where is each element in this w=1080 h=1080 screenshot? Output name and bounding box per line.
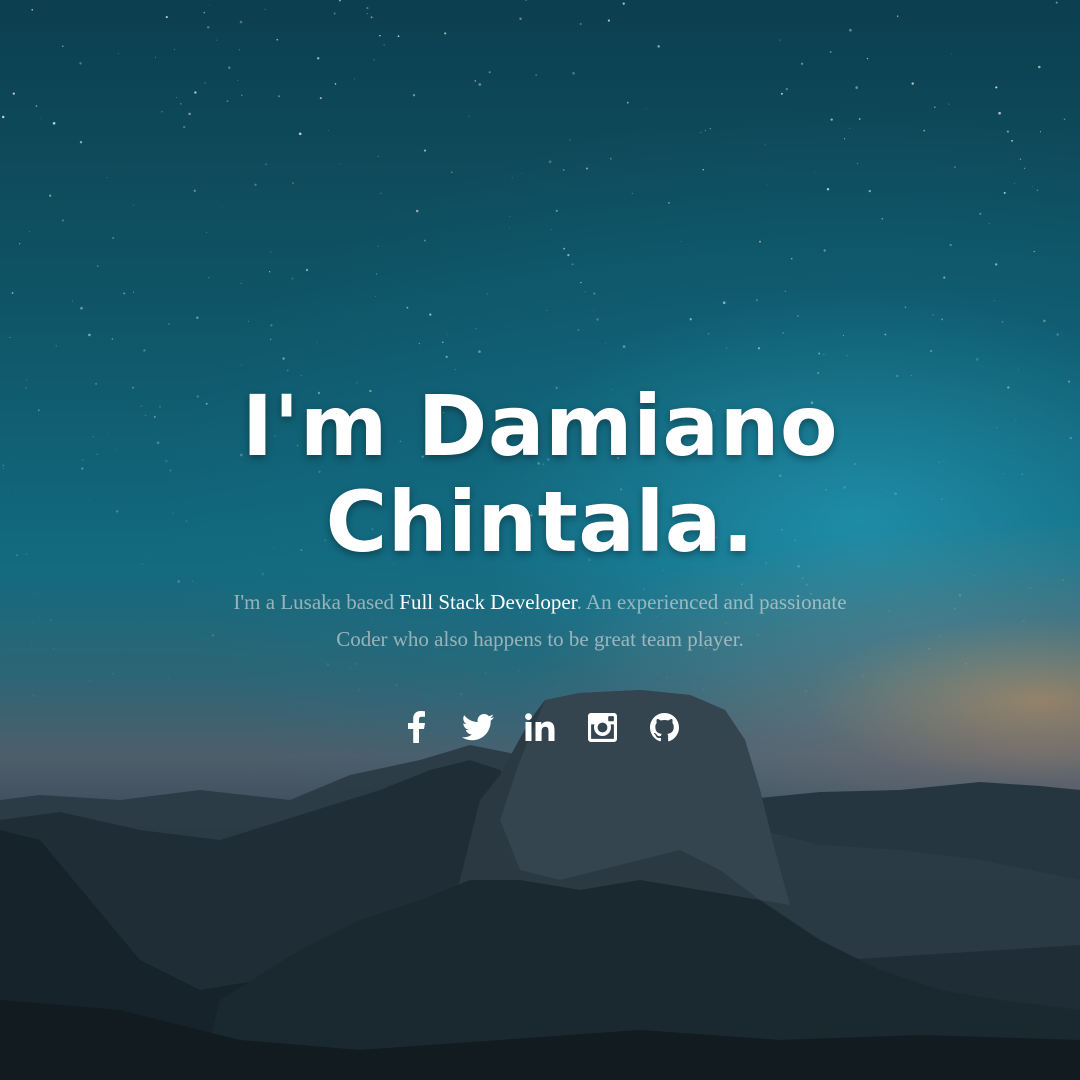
facebook-link[interactable] xyxy=(399,708,433,746)
twitter-link[interactable] xyxy=(461,708,495,746)
headline-line-2: Chintala. xyxy=(325,473,755,571)
instagram-link[interactable] xyxy=(585,708,619,746)
linkedin-icon xyxy=(525,713,555,741)
linkedin-link[interactable] xyxy=(523,708,557,746)
github-icon xyxy=(649,712,679,741)
hero-section: I'm Damiano Chintala. I'm a Lusaka based… xyxy=(0,0,1080,1080)
intro-prefix: I'm a Lusaka based xyxy=(233,590,400,614)
intro-highlight: Full Stack Developer xyxy=(399,590,577,614)
github-link[interactable] xyxy=(647,708,681,746)
instagram-icon xyxy=(587,712,617,742)
intro-text: I'm a Lusaka based Full Stack Developer.… xyxy=(210,584,870,658)
facebook-icon xyxy=(408,711,425,743)
hero-content: I'm Damiano Chintala. I'm a Lusaka based… xyxy=(0,378,1080,658)
page-title: I'm Damiano Chintala. xyxy=(190,378,890,570)
twitter-icon xyxy=(462,714,494,741)
social-links xyxy=(0,708,1080,746)
headline-line-1: I'm Damiano xyxy=(241,377,839,475)
